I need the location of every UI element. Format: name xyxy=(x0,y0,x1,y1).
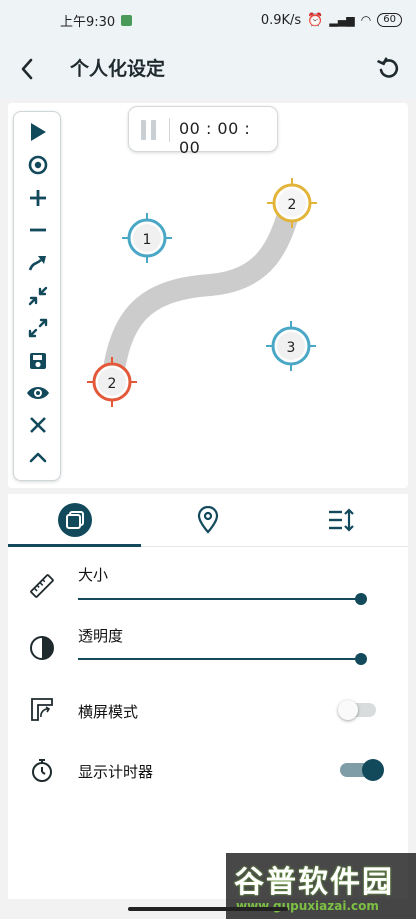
copy-icon xyxy=(57,503,92,537)
eye-icon xyxy=(27,387,49,399)
floating-toolbar xyxy=(13,111,61,481)
home-indicator[interactable] xyxy=(128,907,288,911)
landscape-label: 横屏模式 xyxy=(78,703,139,721)
timer-widget: 00 : 00 : 00 xyxy=(128,106,278,157)
plus-icon xyxy=(30,190,46,206)
close-icon xyxy=(30,417,46,433)
add-target-button[interactable] xyxy=(14,150,62,180)
target-2-start-label: 2 xyxy=(108,376,117,392)
target-1-label: 1 xyxy=(143,232,152,248)
size-label: 大小 xyxy=(78,566,109,584)
swipe-button[interactable] xyxy=(14,248,62,278)
opacity-slider-thumb[interactable] xyxy=(355,653,367,665)
expand-button[interactable] xyxy=(14,313,62,343)
active-tab-indicator xyxy=(8,544,141,547)
shrink-icon xyxy=(28,286,48,306)
target-1[interactable]: 1 xyxy=(122,213,172,263)
timer-divider xyxy=(169,118,170,142)
show-timer-toggle-knob[interactable] xyxy=(362,759,384,781)
play-button[interactable] xyxy=(14,117,62,147)
curve-arrow-icon xyxy=(28,256,46,271)
sort-list-icon xyxy=(328,508,354,532)
opacity-slider-track[interactable] xyxy=(78,658,364,660)
location-pin-icon xyxy=(197,506,218,534)
tab-appearance[interactable] xyxy=(8,494,141,546)
ruler-icon xyxy=(28,572,56,600)
screen-rotation-icon xyxy=(28,695,56,723)
target-2-end-label: 2 xyxy=(288,197,297,213)
tab-location[interactable] xyxy=(141,494,274,546)
stopwatch-icon xyxy=(28,756,56,784)
target-2-start[interactable]: 2 xyxy=(87,357,137,407)
tab-bar xyxy=(8,494,408,547)
minus-icon xyxy=(30,228,46,232)
shrink-button[interactable] xyxy=(14,281,62,311)
landscape-toggle-knob[interactable] xyxy=(338,700,358,720)
chevron-up-icon xyxy=(29,452,47,463)
play-icon xyxy=(31,123,46,141)
remove-button[interactable] xyxy=(14,215,62,245)
tab-order[interactable] xyxy=(274,494,407,546)
opacity-icon xyxy=(28,634,56,662)
target-3[interactable]: 3 xyxy=(266,321,316,371)
add-button[interactable] xyxy=(14,183,62,213)
size-slider-thumb[interactable] xyxy=(355,593,367,605)
collapse-button[interactable] xyxy=(14,442,62,472)
timer-value: 00 : 00 : 00 xyxy=(179,119,251,157)
target-3-label: 3 xyxy=(287,340,296,356)
target-icon xyxy=(28,155,48,175)
opacity-label: 透明度 xyxy=(78,627,124,645)
visibility-button[interactable] xyxy=(14,378,62,408)
close-button[interactable] xyxy=(14,410,62,440)
watermark-title: 谷普软件园 xyxy=(234,865,394,900)
save-icon xyxy=(30,353,46,369)
size-slider-track[interactable] xyxy=(78,598,364,600)
save-button[interactable] xyxy=(14,346,62,376)
pause-icon[interactable] xyxy=(141,120,159,140)
settings-panel: 大小 透明度 横屏模式 显示计时器 xyxy=(8,494,408,899)
target-2-end[interactable]: 2 xyxy=(267,178,317,228)
expand-icon xyxy=(28,318,48,338)
show-timer-label: 显示计时器 xyxy=(78,763,154,781)
